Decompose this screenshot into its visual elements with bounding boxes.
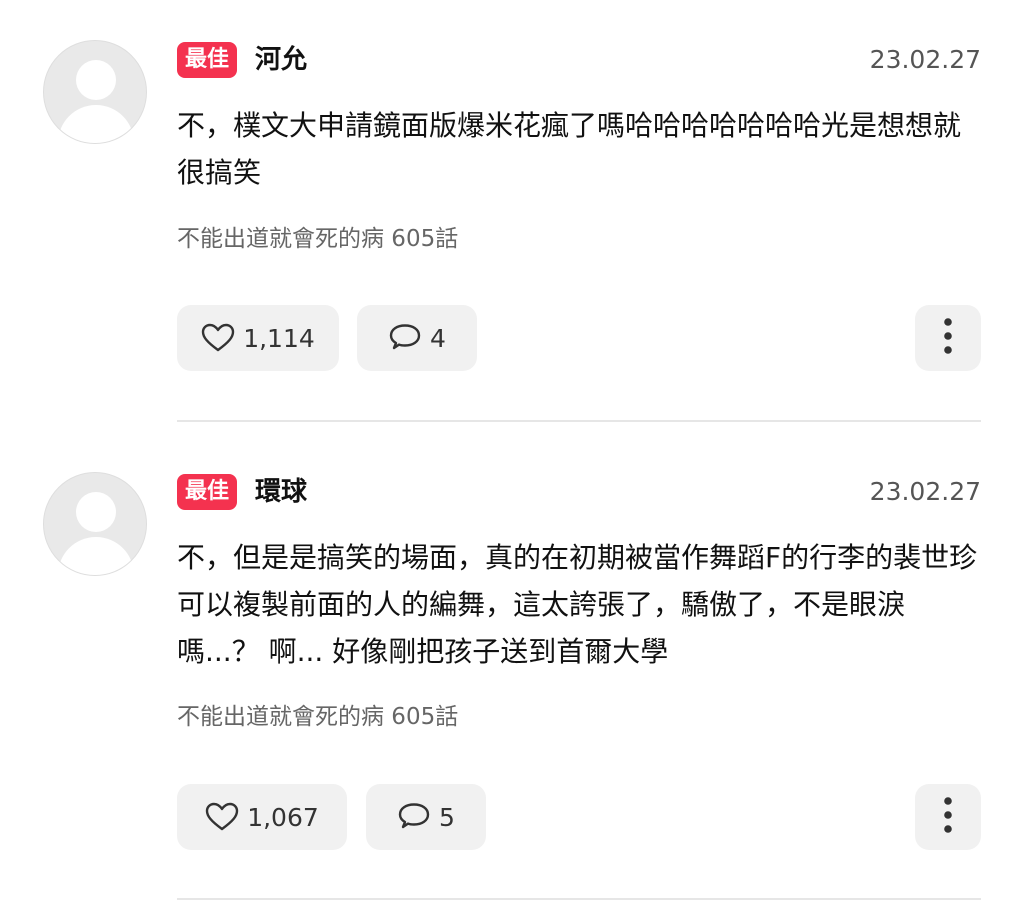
comment-date: 23.02.27 xyxy=(869,477,981,506)
more-options-button[interactable] xyxy=(915,305,981,371)
comment-actions: 1,067 5 xyxy=(177,784,981,850)
comment-text: 不，但是是搞笑的場面，真的在初期被當作舞蹈F的行李的裴世珍可以複製前面的人的編舞… xyxy=(177,541,978,668)
comment-header: 最佳 河允 23.02.27 xyxy=(177,42,981,78)
like-button[interactable]: 1,067 xyxy=(177,784,347,850)
vertical-dots-icon xyxy=(943,796,953,838)
comment-divider xyxy=(177,420,981,422)
best-badge: 最佳 xyxy=(177,42,238,78)
comment-list: 最佳 河允 23.02.27 不，樸文大申請鏡面版爆米花瘋了嗎哈哈哈哈哈哈哈光是… xyxy=(0,0,1024,907)
episode-source[interactable]: 不能出道就會死的病 605話 xyxy=(177,223,458,255)
avatar-body-shape xyxy=(58,537,134,575)
comment-divider xyxy=(177,898,981,900)
episode-source[interactable]: 不能出道就會死的病 605話 xyxy=(177,701,458,733)
user-avatar-icon[interactable] xyxy=(43,40,147,144)
heart-outline-icon xyxy=(205,802,239,832)
like-count: 1,114 xyxy=(243,323,315,353)
heart-outline-icon xyxy=(201,323,235,353)
comment-actions: 1,114 4 xyxy=(177,305,981,371)
speech-bubble-icon xyxy=(397,802,431,832)
avatar-head-shape xyxy=(76,492,116,532)
reply-count: 4 xyxy=(430,323,446,353)
more-options-button[interactable] xyxy=(915,784,981,850)
comment-date: 23.02.27 xyxy=(869,45,981,74)
speech-bubble-icon xyxy=(388,323,422,353)
like-button[interactable]: 1,114 xyxy=(177,305,339,371)
avatar-head-shape xyxy=(76,60,116,100)
best-badge: 最佳 xyxy=(177,474,238,510)
reply-button[interactable]: 5 xyxy=(366,784,486,850)
vertical-dots-icon xyxy=(943,317,953,359)
avatar-body-shape xyxy=(58,105,134,143)
user-avatar-icon[interactable] xyxy=(43,472,147,576)
reply-button[interactable]: 4 xyxy=(357,305,477,371)
comment-header: 最佳 環球 23.02.27 xyxy=(177,474,981,510)
comment-text: 不，樸文大申請鏡面版爆米花瘋了嗎哈哈哈哈哈哈哈光是想想就很搞笑 xyxy=(177,109,962,189)
reply-count: 5 xyxy=(439,802,455,832)
author-name[interactable]: 河允 xyxy=(255,42,307,78)
author-name[interactable]: 環球 xyxy=(255,474,307,510)
like-count: 1,067 xyxy=(247,802,319,832)
